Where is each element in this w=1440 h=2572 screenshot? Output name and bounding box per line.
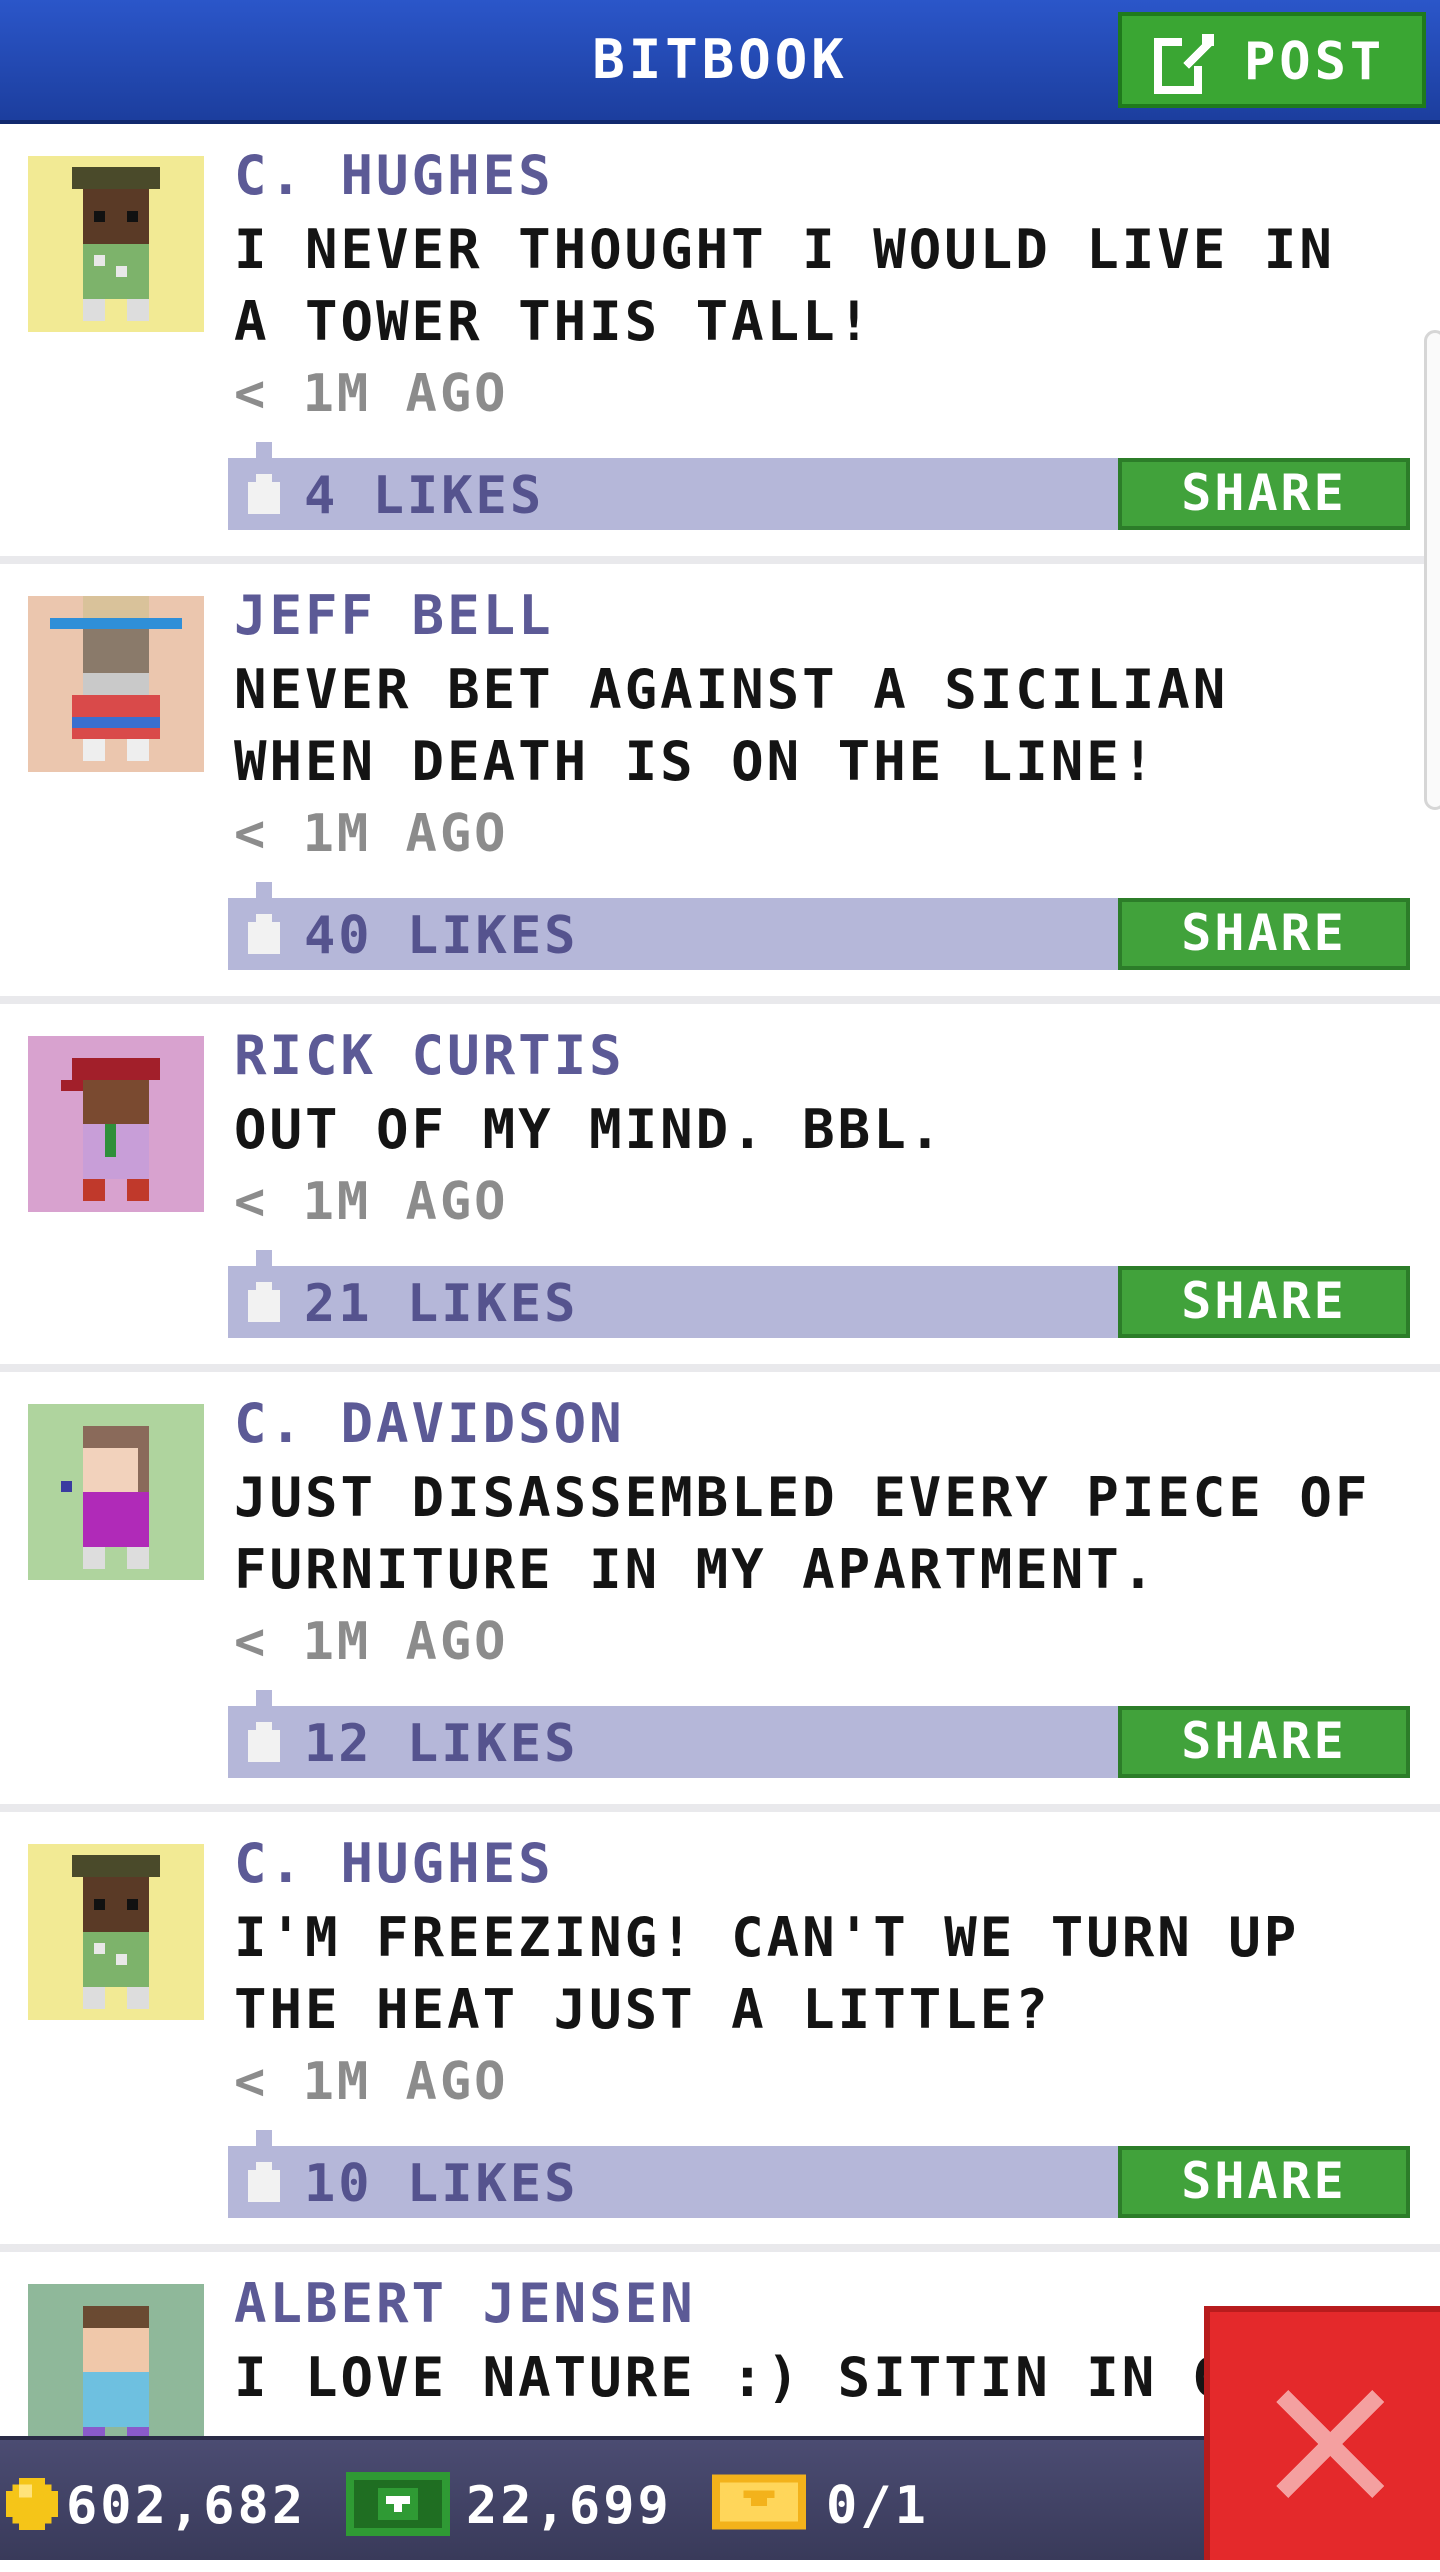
avatar[interactable] bbox=[28, 1844, 204, 2020]
thumbs-up-icon[interactable] bbox=[240, 1250, 288, 1334]
like-count: 21 LIKES bbox=[304, 1274, 579, 1334]
avatar[interactable] bbox=[28, 596, 204, 772]
post-button[interactable]: POST bbox=[1118, 12, 1426, 108]
like-bar: 40 LIKES SHARE bbox=[228, 882, 1410, 970]
post-time: < 1M AGO bbox=[234, 2052, 509, 2112]
coin-icon bbox=[6, 2478, 58, 2543]
post-message: OUT OF MY MIND. BBL. bbox=[234, 1098, 945, 1161]
like-bar: 21 LIKES SHARE bbox=[228, 1250, 1410, 1338]
post-author[interactable]: C. HUGHES bbox=[234, 144, 554, 207]
like-count: 4 LIKES bbox=[304, 466, 545, 526]
feed-post: C. HUGHES I NEVER THOUGHT I WOULD LIVE I… bbox=[0, 124, 1440, 564]
bux-icon bbox=[346, 2472, 450, 2549]
post-time: < 1M AGO bbox=[234, 364, 509, 424]
share-button[interactable]: SHARE bbox=[1118, 2146, 1410, 2218]
compose-icon bbox=[1154, 30, 1218, 107]
post-message: NEVER BET AGAINST A SICILIAN WHEN DEATH … bbox=[234, 658, 1229, 793]
post-message: JUST DISASSEMBLED EVERY PIECE OF FURNITU… bbox=[234, 1466, 1371, 1601]
ticket-count: 0/1 bbox=[826, 2476, 929, 2536]
thumbs-up-icon[interactable] bbox=[240, 442, 288, 526]
post-message: I'M FREEZING! CAN'T WE TURN UP THE HEAT … bbox=[234, 1906, 1300, 2041]
post-message: I NEVER THOUGHT I WOULD LIVE IN A TOWER … bbox=[234, 218, 1335, 353]
like-count: 10 LIKES bbox=[304, 2154, 579, 2214]
avatar[interactable] bbox=[28, 2284, 204, 2460]
coin-count: 602,682 bbox=[66, 2476, 307, 2536]
post-time: < 1M AGO bbox=[234, 1612, 509, 1672]
post-author[interactable]: C. HUGHES bbox=[234, 1832, 554, 1895]
share-button[interactable]: SHARE bbox=[1118, 458, 1410, 530]
share-button[interactable]: SHARE bbox=[1118, 1266, 1410, 1338]
close-icon bbox=[1276, 2390, 1384, 2498]
like-bar: 4 LIKES SHARE bbox=[228, 442, 1410, 530]
feed-post: C. HUGHES I'M FREEZING! CAN'T WE TURN UP… bbox=[0, 1812, 1440, 2252]
app-header: BITBOOK POST bbox=[0, 0, 1440, 124]
avatar[interactable] bbox=[28, 156, 204, 332]
post-author[interactable]: C. DAVIDSON bbox=[234, 1392, 625, 1455]
post-author[interactable]: ALBERT JENSEN bbox=[234, 2272, 696, 2335]
post-author[interactable]: JEFF BELL bbox=[234, 584, 554, 647]
post-author[interactable]: RICK CURTIS bbox=[234, 1024, 625, 1087]
like-bar: 12 LIKES SHARE bbox=[228, 1690, 1410, 1778]
thumbs-up-icon[interactable] bbox=[240, 882, 288, 966]
like-bar: 10 LIKES SHARE bbox=[228, 2130, 1410, 2218]
avatar[interactable] bbox=[28, 1404, 204, 1580]
feed-post: RICK CURTIS OUT OF MY MIND. BBL. < 1M AG… bbox=[0, 1004, 1440, 1372]
share-button[interactable]: SHARE bbox=[1118, 1706, 1410, 1778]
scroll-handle[interactable] bbox=[1424, 330, 1440, 810]
share-button[interactable]: SHARE bbox=[1118, 898, 1410, 970]
feed-post: JEFF BELL NEVER BET AGAINST A SICILIAN W… bbox=[0, 564, 1440, 1004]
post-time: < 1M AGO bbox=[234, 1172, 509, 1232]
thumbs-up-icon[interactable] bbox=[240, 2130, 288, 2214]
thumbs-up-icon[interactable] bbox=[240, 1690, 288, 1774]
like-count: 12 LIKES bbox=[304, 1714, 579, 1774]
post-time: < 1M AGO bbox=[234, 804, 509, 864]
avatar[interactable] bbox=[28, 1036, 204, 1212]
feed-post: C. DAVIDSON JUST DISASSEMBLED EVERY PIEC… bbox=[0, 1372, 1440, 1812]
post-button-label: POST bbox=[1244, 32, 1386, 92]
bux-count: 22,699 bbox=[466, 2476, 672, 2536]
close-button[interactable] bbox=[1204, 2306, 1440, 2560]
ticket-icon bbox=[712, 2474, 806, 2543]
like-count: 40 LIKES bbox=[304, 906, 579, 966]
